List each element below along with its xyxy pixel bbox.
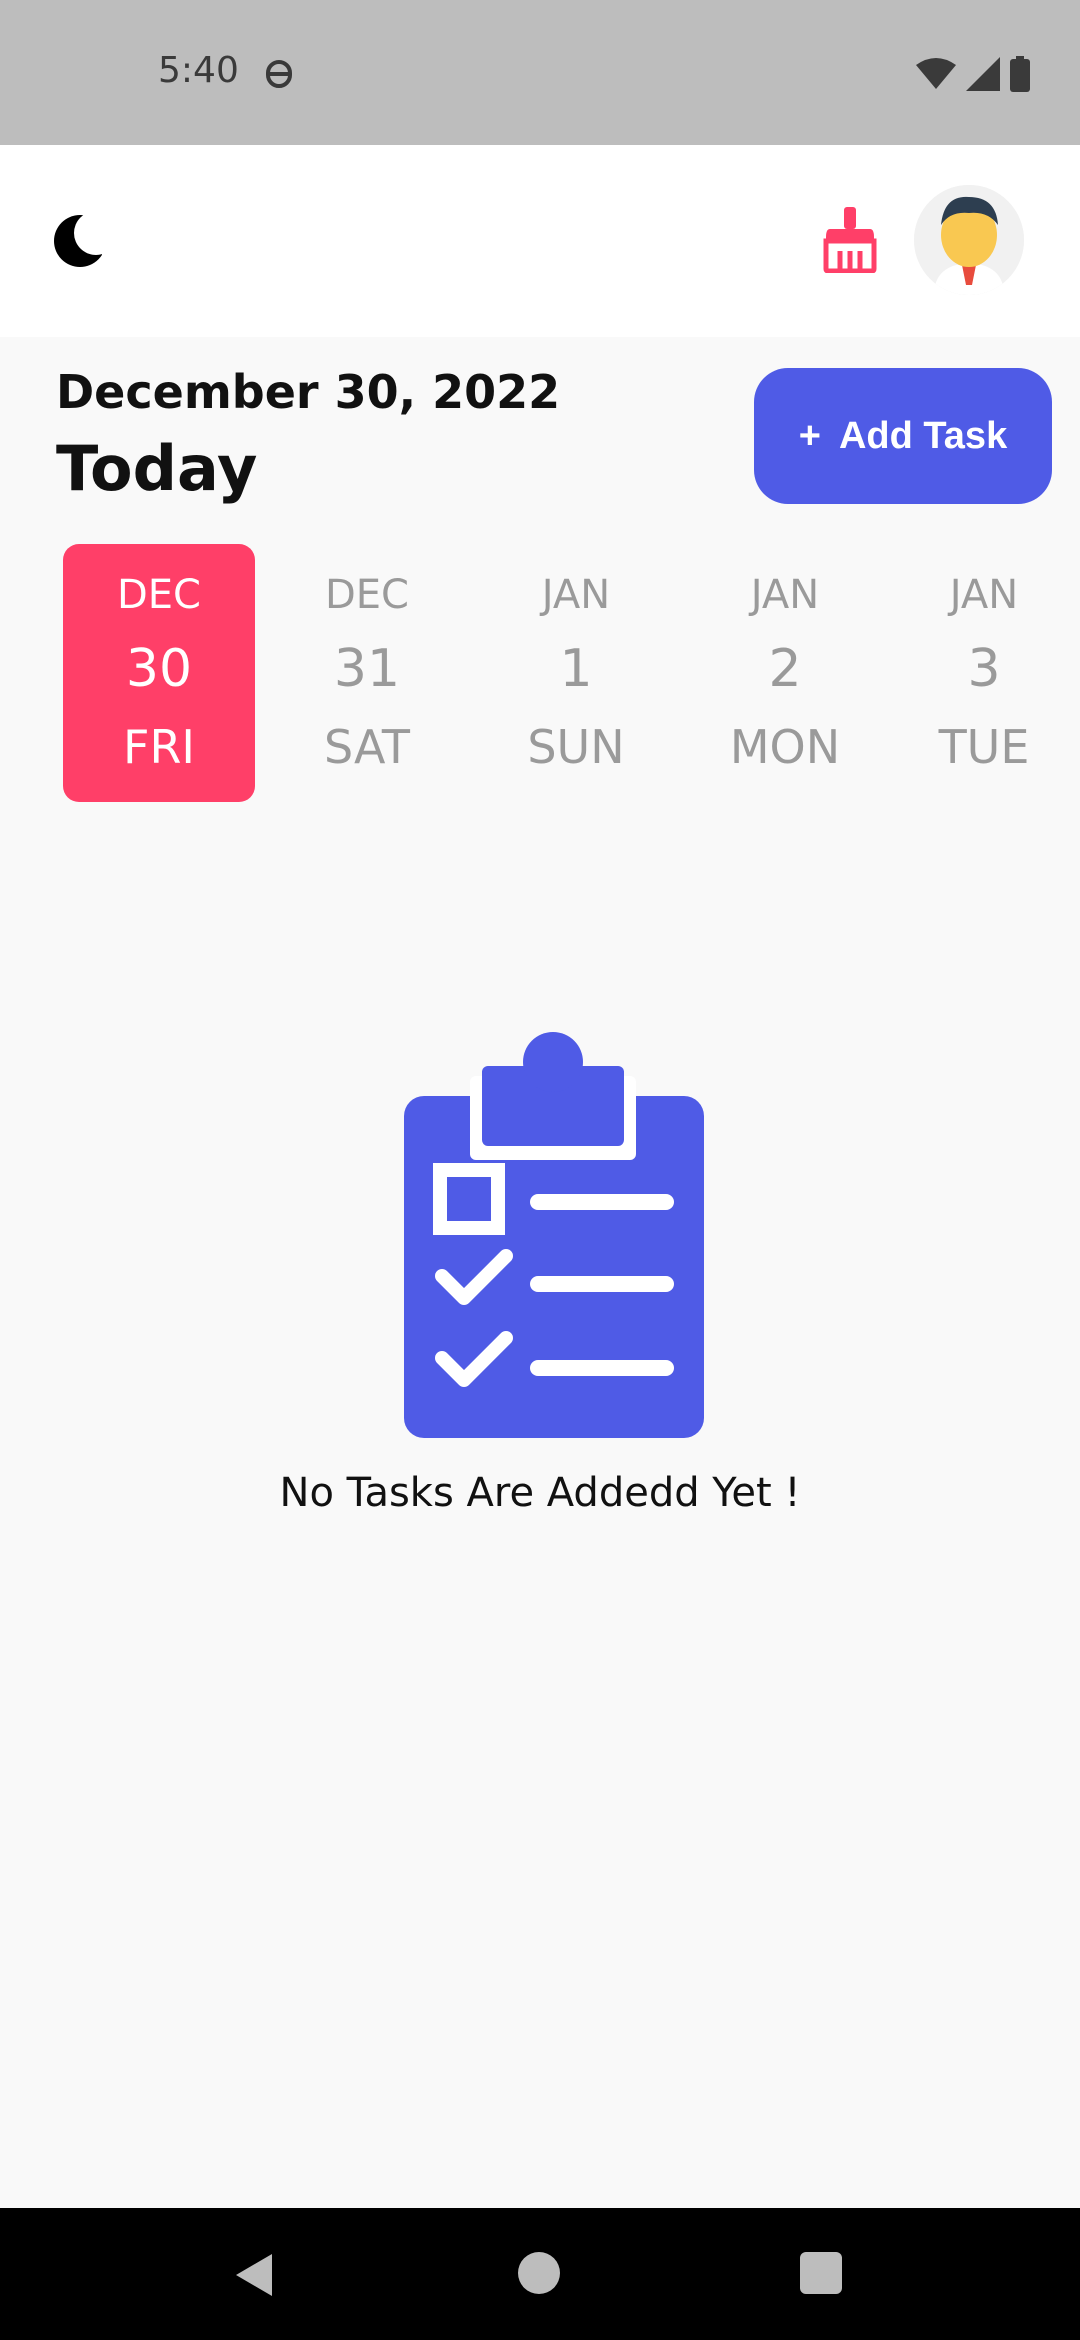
broom-icon[interactable] [820,207,880,278]
date-item-dec-30[interactable]: DEC 30 FRI [63,544,255,802]
date-item-dec-31[interactable]: DEC 31 SAT [271,544,463,802]
avatar[interactable] [914,185,1024,295]
plus-icon: + [798,414,821,457]
date-item-jan-2[interactable]: JAN 2 MON [689,544,881,802]
date-item-jan-1[interactable]: JAN 1 SUN [480,544,672,802]
date-weekday: MON [729,719,841,774]
status-icons [916,56,1030,97]
date-day: 1 [559,638,593,699]
status-bar: 5:40 [0,0,1080,145]
date-day: 3 [967,638,1001,699]
date-item-jan-3[interactable]: JAN 3 TUE [888,544,1080,802]
add-task-label: Add Task [838,414,1008,457]
date-day: 30 [125,638,193,699]
add-task-button[interactable]: + Add Task [754,368,1052,504]
date-month: DEC [116,572,201,619]
back-icon[interactable] [232,2252,274,2303]
recents-icon[interactable] [800,2252,842,2294]
notification-icon [264,56,294,97]
date-month: DEC [324,572,409,619]
battery-icon [1010,56,1030,97]
empty-state-message: No Tasks Are Addedd Yet ! [279,1470,801,1516]
clipboard-checklist-icon [400,1032,706,1447]
date-month: JAN [541,572,611,619]
wifi-icon [916,57,956,96]
date-month: JAN [750,572,820,619]
status-time: 5:40 [158,50,239,91]
home-icon[interactable] [518,2252,560,2294]
date-day: 2 [768,638,802,699]
moon-icon[interactable] [52,211,118,274]
signal-icon [966,57,1000,96]
date-picker-strip: DEC 30 FRI DEC 31 SAT JAN 1 SUN JAN 2 MO… [0,544,1080,802]
date-weekday: SAT [323,719,411,774]
date-weekday: SUN [527,719,625,774]
page-title: Today [56,432,258,505]
date-weekday: FRI [123,719,195,774]
date-day: 31 [333,638,401,699]
system-nav-bar [0,2208,1080,2340]
date-month: JAN [949,572,1019,619]
current-date: December 30, 2022 [56,365,561,419]
date-weekday: TUE [938,719,1030,774]
app-bar [0,145,1080,337]
